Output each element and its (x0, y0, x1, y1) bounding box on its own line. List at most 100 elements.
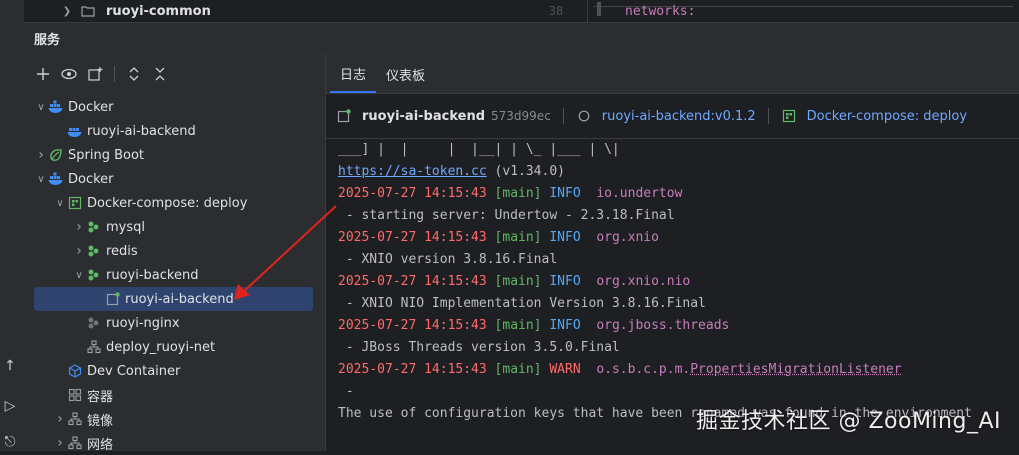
log-thread: [main] (495, 274, 542, 289)
add-icon[interactable] (34, 65, 52, 83)
details-tabs: 日志 仪表板 (326, 53, 1019, 94)
services-toolbar (24, 53, 325, 95)
chevron-down-icon[interactable]: ∨ (34, 174, 48, 185)
tree-item[interactable]: ruoyi-ai-backend (24, 119, 325, 143)
tree-item[interactable]: ∨ Docker (24, 95, 325, 119)
line-number: 38 (525, 0, 588, 22)
log-logger: org.xnio (596, 230, 659, 245)
tree-item[interactable]: Dev Container (24, 359, 325, 383)
chevron-right-icon[interactable]: › (53, 435, 67, 451)
chevron-right-icon[interactable]: › (53, 411, 67, 427)
chevron-down-icon[interactable]: ∨ (34, 102, 48, 113)
terminal-icon[interactable]: ⎋ (0, 432, 20, 452)
log-timestamp: 2025-07-27 14:15:43 (338, 318, 487, 333)
log-line: 2025-07-27 14:15:43 [main] INFO org.xnio… (338, 271, 1019, 293)
editor-scrollbar[interactable] (597, 2, 601, 16)
log-thread: [main] (495, 362, 542, 377)
compose-link[interactable]: Docker-compose: deploy (807, 109, 967, 124)
service-icon (86, 219, 102, 235)
editor-code-line: networks: (625, 0, 695, 22)
tree-item-label: 镜像 (87, 410, 113, 429)
docker-icon (48, 99, 64, 115)
tree-item[interactable]: › mysql (24, 215, 325, 239)
tree-item-label: Docker-compose: deploy (87, 196, 247, 211)
log-entries: 2025-07-27 14:15:43 [main] INFO io.under… (338, 183, 1019, 359)
log-level: INFO (549, 230, 588, 245)
log-message: - JBoss Threads version 3.5.0.Final (338, 337, 1019, 359)
container-name: ruoyi-ai-backend (362, 109, 485, 124)
tab-logs[interactable]: 日志 (330, 55, 376, 93)
tree-item[interactable]: › redis (24, 239, 325, 263)
log-message: - starting server: Undertow - 2.3.18.Fin… (338, 205, 1019, 227)
chevron-down-icon[interactable]: ∨ (53, 198, 67, 209)
project-tree-item[interactable]: ❯ ruoyi-common (60, 0, 211, 22)
log-console[interactable]: ___] | | | |__| | \_ |___ | \| https://s… (326, 139, 1019, 425)
log-timestamp: 2025-07-27 14:15:43 (338, 186, 487, 201)
services-tree: ∨ Docker ruoyi-ai-backend › Spring Boot ∨ Dock… (24, 95, 325, 455)
tree-item[interactable]: › 网络 (24, 431, 325, 455)
log-logger[interactable]: o.s.b.c.p.m.PropertiesMigrationListener (596, 362, 901, 377)
chevron-right-icon[interactable]: › (72, 243, 86, 259)
tree-item[interactable]: › Spring Boot (24, 143, 325, 167)
spring-boot-icon (48, 147, 64, 163)
images-icon (67, 411, 83, 427)
tree-item[interactable]: ∨ ruoyi-backend (24, 263, 325, 287)
chevron-right-icon[interactable]: ❯ (60, 6, 74, 17)
image-link[interactable]: ruoyi-ai-backend:v0.1.2 (602, 109, 756, 124)
left-tool-gutter: ↑ ▷ ⎋ (0, 0, 25, 451)
details-panel: 日志 仪表板 ruoyi-ai-backend 573d99ec ruoyi-a… (326, 53, 1019, 451)
log-timestamp: 2025-07-27 14:15:43 (338, 274, 487, 289)
tree-item[interactable]: deploy_ruoyi-net (24, 335, 325, 359)
services-title: 服务 (34, 29, 60, 48)
log-timestamp: 2025-07-27 14:15:43 (338, 230, 487, 245)
log-line: https://sa-token.cc (v1.34.0) (338, 161, 1019, 183)
log-message: - XNIO version 3.8.16.Final (338, 249, 1019, 271)
tree-item-label: Docker (68, 100, 114, 115)
tree-item[interactable]: ∨ Docker (24, 167, 325, 191)
expand-all-icon[interactable] (125, 65, 143, 83)
log-thread: [main] (495, 186, 542, 201)
infobar-divider (563, 108, 564, 124)
tree-item[interactable]: ruoyi-ai-backend (34, 287, 313, 311)
tree-item-label: Docker (68, 172, 114, 187)
container-running-icon (336, 108, 352, 124)
chevron-right-icon[interactable]: › (34, 147, 48, 163)
logger-name: PropertiesMigrationListener (690, 362, 901, 377)
chevron-right-icon[interactable]: › (72, 219, 86, 235)
container-infobar: ruoyi-ai-backend 573d99ec ruoyi-ai-backe… (326, 94, 1019, 139)
new-group-icon[interactable] (86, 65, 104, 83)
run-icon[interactable]: ▷ (0, 396, 20, 416)
log-level: WARN (549, 362, 588, 377)
log-logger: org.jboss.threads (596, 318, 729, 333)
eye-icon[interactable] (60, 65, 78, 83)
log-thread: [main] (495, 230, 542, 245)
tree-item-label: ruoyi-ai-backend (125, 292, 234, 307)
tree-item[interactable]: 容器 (24, 383, 325, 407)
services-header: 服务 (24, 22, 1019, 53)
service-icon (86, 267, 102, 283)
log-line: - (338, 381, 1019, 403)
services-panel: ∨ Docker ruoyi-ai-backend › Spring Boot ∨ Dock… (24, 53, 326, 451)
chevron-down-icon[interactable]: ∨ (72, 270, 86, 281)
networks-icon (67, 435, 83, 451)
tree-item[interactable]: ∨ Docker-compose: deploy (24, 191, 325, 215)
docker-icon (48, 171, 64, 187)
sa-token-link[interactable]: https://sa-token.cc (338, 164, 487, 179)
log-version: (v1.34.0) (487, 164, 565, 179)
container-hash: 573d99ec (491, 109, 551, 123)
tree-item[interactable]: ruoyi-nginx (24, 311, 325, 335)
tree-item-label: redis (106, 244, 138, 259)
service-icon (86, 243, 102, 259)
log-line: ___] | | | |__| | \_ |___ | \| (338, 139, 1019, 161)
dev-container-icon (67, 363, 83, 379)
tree-item[interactable]: › 镜像 (24, 407, 325, 431)
compose-icon (781, 108, 797, 124)
tree-item-label: Dev Container (87, 364, 180, 379)
log-message: - XNIO NIO Implementation Version 3.8.16… (338, 293, 1019, 315)
arrow-up-icon[interactable]: ↑ (0, 356, 20, 376)
tree-item-label: Spring Boot (68, 148, 144, 163)
compose-icon (67, 195, 83, 211)
collapse-all-icon[interactable] (151, 65, 169, 83)
log-logger: io.undertow (596, 186, 682, 201)
tab-dashboard[interactable]: 仪表板 (376, 55, 435, 93)
